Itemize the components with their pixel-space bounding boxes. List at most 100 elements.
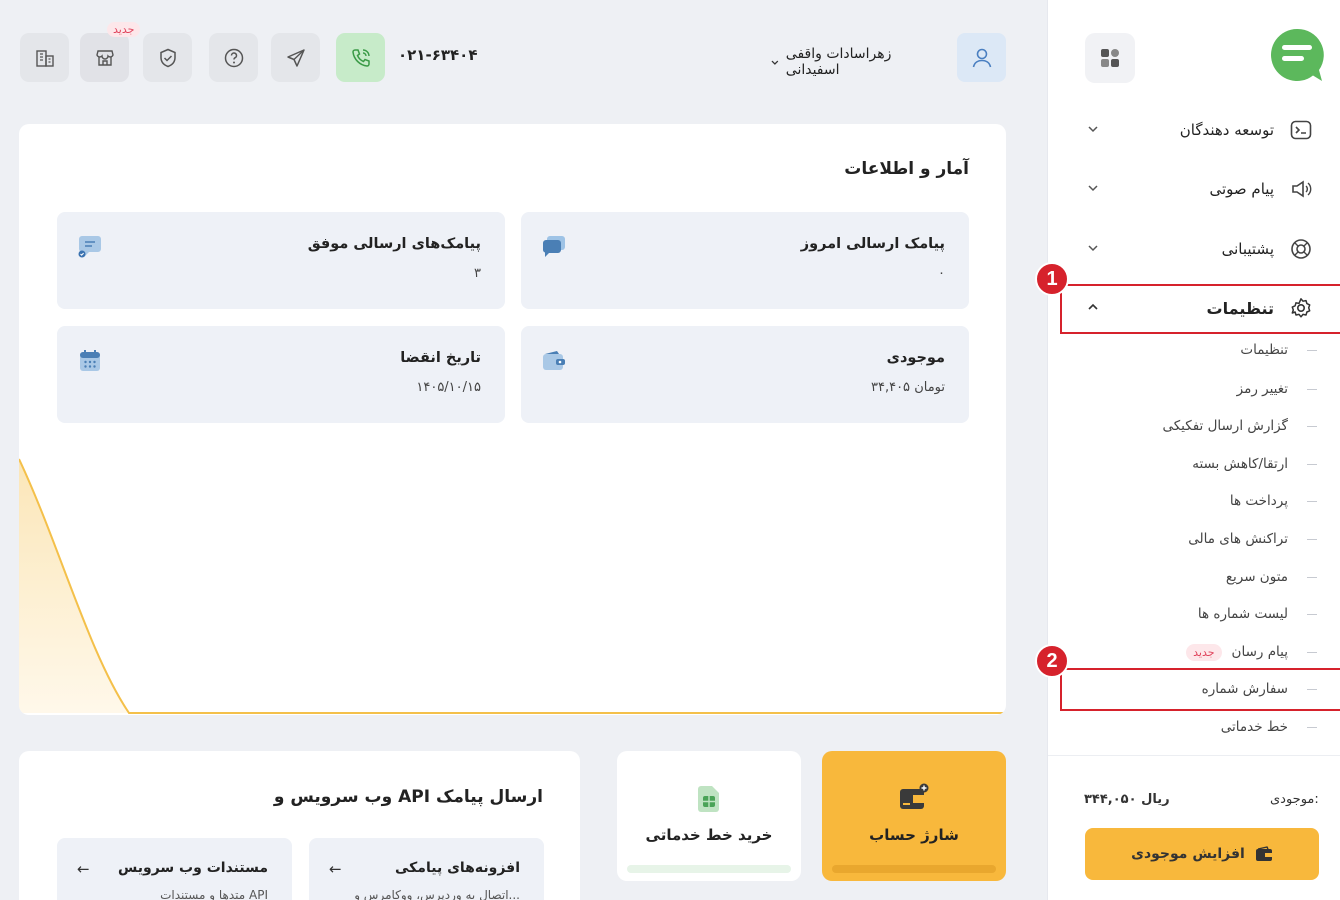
submenu-label: تراکنش های مالی	[1188, 531, 1288, 547]
panel-title: آمار و اطلاعات	[844, 159, 969, 179]
submenu-item-settings[interactable]: تنظیمات	[1078, 335, 1340, 365]
bullet-dash	[1307, 425, 1317, 427]
user-avatar[interactable]	[957, 33, 1006, 82]
sim-card-icon	[698, 786, 719, 812]
new-badge: جدید	[1186, 643, 1222, 661]
api-panel-title: وب سرویس و API ارسال پیامک	[273, 787, 543, 807]
stat-card-delivered: پیامک‌های ارسالی موفق ۳	[57, 212, 505, 309]
submenu-item-order-number[interactable]: سفارش شماره	[1078, 674, 1340, 704]
api-panel: وب سرویس و API ارسال پیامک افزونه‌های پی…	[19, 751, 580, 900]
api-card-webservice-docs[interactable]: مستندات وب سرویس متدها و مستندات API ←	[57, 838, 292, 900]
submenu-label: گزارش ارسال تفکیکی	[1162, 418, 1288, 434]
apps-grid-button[interactable]	[1085, 33, 1135, 83]
arrow-left-icon: ←	[329, 860, 342, 878]
bullet-dash	[1307, 538, 1317, 540]
wallet-icon	[543, 351, 565, 370]
call-button[interactable]	[336, 33, 385, 82]
increase-balance-button[interactable]: افزایش موجودی	[1085, 828, 1319, 880]
charge-account-label: شارژ حساب	[869, 826, 959, 844]
increase-balance-label: افزایش موجودی	[1131, 846, 1245, 862]
submenu-item-payments[interactable]: پرداخت ها	[1078, 486, 1340, 516]
brand-logo[interactable]	[1268, 26, 1326, 84]
buy-service-line-label: خرید خط خدماتی	[645, 826, 773, 844]
speaker-icon	[1288, 176, 1314, 202]
chevron-down-icon	[1088, 185, 1098, 192]
new-badge: جدید	[107, 22, 141, 37]
user-menu[interactable]: زهراسادات واقفی اسفیدانی	[770, 46, 946, 78]
bullet-dash	[1307, 463, 1317, 465]
api-card-title: مستندات وب سرویس	[117, 860, 268, 876]
submenu-label: لیست شماره ها	[1197, 606, 1288, 622]
bullet-dash	[1307, 651, 1317, 653]
chevron-down-icon	[1088, 245, 1098, 252]
chevron-down-icon	[1088, 126, 1098, 133]
nav-label: تنظیمات	[1206, 298, 1274, 318]
submenu-label: ارتقا/کاهش بسته	[1192, 456, 1288, 472]
nav-support[interactable]: پشتیبانی	[1078, 227, 1340, 271]
annotation-marker-2: 2	[1035, 644, 1069, 678]
submenu-item-detailed-report[interactable]: گزارش ارسال تفکیکی	[1078, 411, 1340, 441]
grid-icon	[1101, 49, 1119, 67]
stat-value: ۳۴,۴۰۵ تومان	[871, 380, 945, 395]
help-button[interactable]	[209, 33, 258, 82]
wallet-plus-icon	[900, 783, 929, 809]
stats-area-chart	[19, 458, 1006, 714]
submenu-label: سفارش شماره	[1201, 681, 1288, 697]
divider	[1048, 755, 1340, 756]
submenu-item-number-list[interactable]: لیست شماره ها	[1078, 599, 1340, 629]
submenu-item-transactions[interactable]: تراکنش های مالی	[1078, 524, 1340, 554]
bullet-dash	[1307, 726, 1317, 728]
user-icon	[972, 48, 991, 67]
api-card-sms-plugins[interactable]: افزونه‌های پیامکی اتصال به وردپرس، ووکام…	[309, 838, 544, 900]
calendar-icon	[80, 350, 100, 371]
balance-value: ۳۴۴,۰۵۰ ریال	[1084, 792, 1170, 807]
submenu-label: پیام رسان	[1231, 644, 1288, 660]
username: زهراسادات واقفی اسفیدانی	[785, 46, 892, 78]
submenu-label: خط خدماتی	[1220, 719, 1288, 735]
stat-card-expiry: تاریخ انقضا ۱۴۰۵/۱۰/۱۵	[57, 326, 505, 423]
building-icon	[35, 49, 54, 67]
gear-icon	[1288, 295, 1314, 321]
support-phone: ۰۲۱-۶۳۴۰۴	[398, 46, 478, 64]
send-message-button[interactable]	[271, 33, 320, 82]
store-button[interactable]	[80, 33, 129, 82]
chevron-down-icon	[771, 60, 779, 65]
bullet-dash	[1307, 576, 1317, 578]
stat-title: پیامک ارسالی امروز	[800, 236, 945, 252]
store-icon	[95, 49, 114, 66]
submenu-item-service-line[interactable]: خط خدماتی	[1078, 712, 1340, 742]
stat-value: ۱۴۰۵/۱۰/۱۵	[416, 380, 481, 395]
phone-icon	[351, 48, 370, 67]
card-bar	[832, 865, 996, 873]
bullet-dash	[1307, 500, 1317, 502]
nav-label: پیام صوتی	[1209, 180, 1275, 198]
nav-label: توسعه دهندگان	[1179, 121, 1274, 139]
submenu-label: تنظیمات	[1240, 342, 1288, 358]
nav-developers[interactable]: توسعه دهندگان	[1078, 108, 1340, 152]
submenu-label: تغییر رمز	[1236, 381, 1288, 397]
nav-settings[interactable]: تنظیمات	[1078, 286, 1340, 330]
chat-bubble-icon	[543, 236, 565, 257]
balance-label: موجودی:	[1270, 792, 1319, 807]
sidebar: توسعه دهندگان پیام صوتی پشتیبانی تنظیمات…	[1035, 0, 1340, 900]
submenu-item-upgrade-plan[interactable]: ارتقا/کاهش بسته	[1078, 449, 1340, 479]
nav-voice-message[interactable]: پیام صوتی	[1078, 167, 1340, 211]
submenu-label: متون سریع	[1225, 569, 1288, 585]
nav-label: پشتیبانی	[1221, 240, 1274, 258]
api-card-desc: متدها و مستندات API	[160, 888, 268, 900]
submenu-label: پرداخت ها	[1229, 493, 1288, 509]
chart-series-line	[19, 458, 1006, 714]
charge-account-card[interactable]: شارژ حساب	[822, 751, 1006, 881]
security-button[interactable]	[143, 33, 192, 82]
stat-value: ۳	[474, 266, 481, 281]
stat-card-balance: موجودی ۳۴,۴۰۵ تومان	[521, 326, 969, 423]
stat-title: موجودی	[886, 350, 945, 366]
api-card-desc: اتصال به وردپرس، ووکامرس و...	[354, 888, 520, 900]
submenu-item-change-password[interactable]: تغییر رمز	[1078, 374, 1340, 404]
stats-panel: آمار و اطلاعات پیامک ارسالی امروز ۰ پیام…	[19, 124, 1006, 715]
bullet-dash	[1307, 349, 1317, 351]
submenu-item-messenger[interactable]: پیام رسان جدید	[1078, 637, 1340, 667]
company-button[interactable]	[20, 33, 69, 82]
submenu-item-quick-texts[interactable]: متون سریع	[1078, 562, 1340, 592]
buy-service-line-card[interactable]: خرید خط خدماتی	[617, 751, 801, 881]
